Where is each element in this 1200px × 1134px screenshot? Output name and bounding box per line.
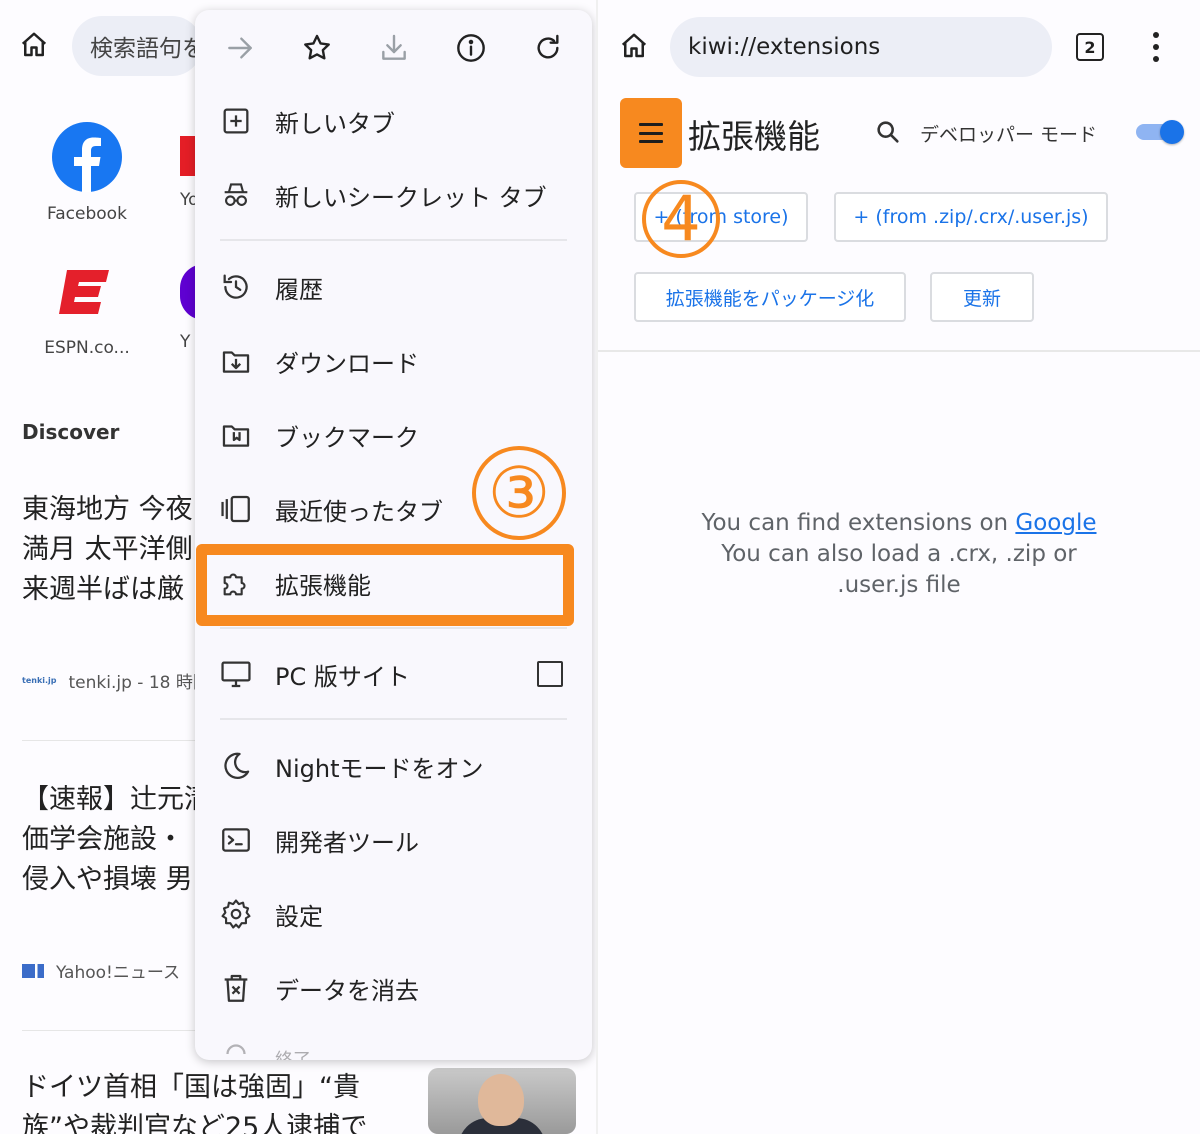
menu-toolbar [195, 10, 592, 85]
bookmark-star-button[interactable] [295, 26, 339, 70]
menu-item-night-mode[interactable]: Nightモードをオン [195, 734, 592, 798]
espn-logo-icon [59, 270, 109, 314]
discover-heading: Discover [22, 420, 120, 444]
history-icon [217, 268, 255, 306]
left-screen: 検索語句を Facebook Yo ESPN.co... Y Discover … [0, 0, 596, 1134]
star-icon [303, 34, 330, 59]
home-button[interactable] [614, 26, 654, 66]
developer-mode-toggle[interactable] [1134, 120, 1184, 144]
desktop-site-checkbox[interactable] [537, 661, 563, 687]
menu-item-new-tab[interactable]: 新しいタブ [195, 89, 592, 153]
annotation-highlight-extensions [196, 544, 574, 626]
moon-icon [217, 747, 255, 785]
menu-item-developer-tools[interactable]: 開発者ツール [195, 808, 592, 872]
trash-icon [217, 969, 255, 1007]
add-from-file-button[interactable]: + (from .zip/.crx/.user.js) [834, 192, 1108, 242]
download-page-button[interactable] [372, 26, 416, 70]
power-icon [217, 1035, 255, 1060]
gear-icon [217, 895, 255, 933]
download-icon [217, 342, 255, 380]
home-button[interactable] [14, 25, 54, 65]
reload-icon [537, 34, 559, 58]
facebook-logo-icon [52, 122, 122, 192]
news-title[interactable]: ドイツ首相「国は強固」“貴 族”や裁判官など25人逮捕で [22, 1068, 422, 1134]
bookmark-icon [217, 416, 255, 454]
home-icon [621, 33, 647, 58]
incognito-icon [217, 176, 255, 214]
more-options-button[interactable] [1146, 28, 1166, 66]
search-input[interactable]: 検索語句を [72, 16, 202, 76]
recent-tabs-icon [217, 490, 255, 528]
menu-item-downloads[interactable]: ダウンロード [195, 329, 592, 393]
info-icon [456, 33, 485, 62]
download-icon [381, 34, 406, 60]
home-icon [21, 32, 47, 57]
annotation-step-4: 4 [642, 180, 720, 258]
hamburger-icon [639, 123, 663, 143]
google-link[interactable]: Google [1015, 510, 1096, 536]
url-bar[interactable]: kiwi://extensions [670, 17, 1052, 77]
pack-extension-button[interactable]: 拡張機能をパッケージ化 [634, 272, 906, 322]
extensions-menu-button[interactable] [620, 98, 682, 168]
reload-button[interactable] [526, 26, 570, 70]
menu-item-history[interactable]: 履歴 [195, 255, 592, 319]
desktop-icon [217, 655, 255, 693]
tenki-logo-icon: tenki.jp [22, 676, 57, 685]
section-divider [598, 350, 1200, 352]
forward-button[interactable] [218, 26, 262, 70]
menu-separator [220, 627, 567, 629]
menu-separator [220, 239, 567, 241]
search-icon[interactable] [874, 118, 902, 146]
search-placeholder: 検索語句を [90, 36, 202, 62]
tile-y[interactable]: Y [122, 262, 204, 352]
new-tab-icon [217, 102, 255, 140]
empty-state-message: You can find extensions on Google You ca… [701, 510, 1097, 598]
news-source: Yahoo!ニュース [22, 958, 180, 983]
yahoo-news-icon [22, 963, 44, 978]
menu-item-desktop-site[interactable]: PC 版サイト [195, 642, 592, 706]
menu-item-incognito[interactable]: 新しいシークレット タブ [195, 163, 592, 227]
url-text: kiwi://extensions [688, 34, 881, 60]
page-info-button[interactable] [449, 26, 493, 70]
menu-item-clear-data[interactable]: データを消去 [195, 956, 592, 1020]
news-source-text: Yahoo!ニュース [56, 963, 181, 983]
tab-switcher-button[interactable]: 2 [1076, 33, 1104, 61]
developer-mode-label: デベロッパー モード [920, 124, 1098, 146]
menu-item-exit[interactable]: 終了 [195, 1022, 592, 1060]
page-title: 拡張機能 [688, 117, 820, 156]
right-screen: kiwi://extensions 2 拡張機能 デベロッパー モード + (f… [598, 0, 1200, 1134]
terminal-icon [217, 821, 255, 859]
news-source-text: tenki.jp - 18 時間 [68, 673, 210, 693]
menu-separator [220, 718, 567, 720]
annotation-step-3: ③ [472, 446, 566, 540]
news-thumbnail[interactable] [428, 1068, 576, 1134]
menu-item-settings[interactable]: 設定 [195, 882, 592, 946]
news-source: tenki.jp tenki.jp - 18 時間 [22, 668, 210, 693]
tile-yo[interactable]: Yo [122, 122, 202, 210]
forward-arrow-icon [227, 36, 252, 59]
update-button[interactable]: 更新 [930, 272, 1034, 322]
